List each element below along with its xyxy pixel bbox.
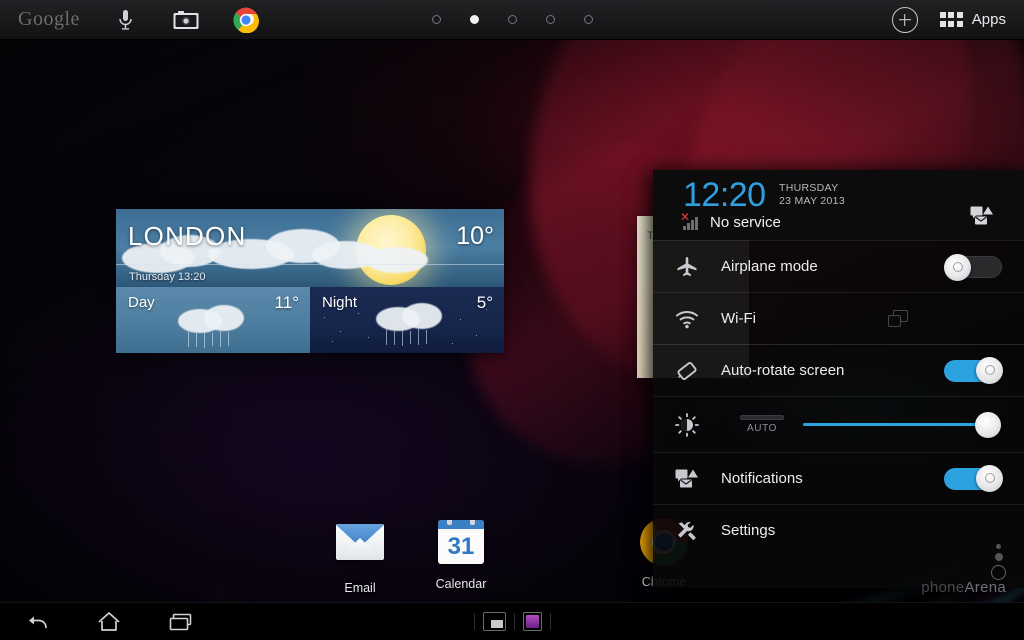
watermark: phoneArena <box>921 579 1006 596</box>
rain-drop <box>204 331 205 348</box>
watermark-prefix: phone <box>921 579 964 596</box>
auto-rotate-toggle[interactable] <box>944 360 1002 382</box>
shortcut-calendar[interactable]: 31 Calendar <box>419 518 503 591</box>
horizon-line <box>116 264 504 265</box>
airplane-icon <box>653 255 721 279</box>
page-dot-1[interactable] <box>432 15 441 24</box>
system-navigation-bar <box>0 602 1024 640</box>
rain-drop <box>426 330 427 344</box>
weather-widget[interactable]: LONDON 10° Thursday 13:20 Day 11° Night … <box>116 209 504 353</box>
brightness-icon <box>653 413 721 437</box>
handle-ring <box>991 565 1006 580</box>
quick-setting-label: Wi-Fi <box>721 310 756 327</box>
watermark-suffix: Arena <box>964 579 1006 596</box>
carrier-status-label: No service <box>710 214 781 231</box>
airplane-mode-toggle[interactable] <box>944 256 1002 278</box>
rain-drop <box>394 331 395 345</box>
handle-dot <box>995 553 1003 561</box>
email-icon <box>336 524 384 572</box>
slider-fill <box>803 423 988 426</box>
notifications-alert-icon[interactable] <box>970 206 994 230</box>
weather-forecast: Day 11° Night 5° <box>116 287 504 353</box>
divider <box>550 613 551 630</box>
panel-date-block: THURSDAY 23 MAY 2013 <box>779 182 845 208</box>
quick-setting-label: Auto-rotate screen <box>721 362 844 379</box>
brightness-auto-bar[interactable] <box>740 415 784 420</box>
page-dot-4[interactable] <box>546 15 555 24</box>
calendar-day-number: 31 <box>438 529 484 564</box>
weather-day-label: Day <box>128 294 155 311</box>
rain-drop <box>410 331 411 344</box>
notifications-toggle-wrap <box>944 468 1002 490</box>
rain-drop <box>418 329 419 345</box>
quick-setting-brightness[interactable]: AUTO <box>653 396 1024 452</box>
quick-setting-wifi[interactable]: Wi-Fi <box>653 292 1024 344</box>
rain-drop <box>402 329 403 346</box>
signal-bars-icon: ✕ <box>683 215 700 230</box>
status-search-bar: Google <box>0 0 1024 40</box>
screen-mirror-icon[interactable] <box>888 310 908 328</box>
rain-drop <box>228 332 229 346</box>
page-indicator <box>0 15 1024 24</box>
notification-icon <box>653 469 721 489</box>
quick-setting-auto-rotate[interactable]: Auto-rotate screen <box>653 344 1024 396</box>
rain-drop <box>212 333 213 346</box>
brightness-slider[interactable] <box>803 412 1000 438</box>
cloud-shape <box>366 247 428 273</box>
rain-cloud-night-icon <box>402 303 442 329</box>
rain-drop <box>196 333 197 347</box>
divider <box>474 613 475 630</box>
weather-subtitle: Thursday 13:20 <box>129 271 205 283</box>
weather-night-panel: Night 5° <box>310 287 504 353</box>
notifications-toggle[interactable] <box>944 468 1002 490</box>
rain-drop <box>188 331 189 347</box>
rain-drop <box>220 331 221 347</box>
weather-day-temp: 11° <box>275 293 299 313</box>
android-tablet-home-screen: Google <box>0 0 1024 640</box>
panel-header: 12:20 THURSDAY 23 MAY 2013 ✕ No service <box>653 170 1024 240</box>
calendar-icon: 31 <box>437 520 485 568</box>
weather-day-panel: Day 11° <box>116 287 310 353</box>
weather-current-temp: 10° <box>456 222 494 251</box>
weather-night-temp: 5° <box>477 293 493 313</box>
shortcut-label: Calendar <box>419 577 503 591</box>
airplane-toggle-wrap <box>944 256 1002 278</box>
page-dot-5[interactable] <box>584 15 593 24</box>
small-app-purple-icon[interactable] <box>523 612 542 631</box>
shortcut-label: Email <box>318 581 402 595</box>
wrench-icon <box>653 519 721 543</box>
nav-mini-apps <box>0 612 1024 631</box>
quick-setting-notifications[interactable]: Notifications <box>653 452 1024 504</box>
rain-cloud-icon <box>204 305 244 331</box>
add-widget-button[interactable] <box>892 7 918 33</box>
weather-night-label: Night <box>322 294 357 311</box>
quick-setting-label: Settings <box>721 522 775 539</box>
quick-setting-label: Airplane mode <box>721 258 818 275</box>
panel-drag-handle[interactable] <box>991 544 1006 580</box>
quick-setting-label: Notifications <box>721 470 803 487</box>
rain-drop <box>386 329 387 345</box>
panel-clock: 12:20 <box>683 176 766 215</box>
quick-setting-airplane-mode[interactable]: Airplane mode <box>653 240 1024 292</box>
notification-panel[interactable]: 12:20 THURSDAY 23 MAY 2013 ✕ No service <box>653 170 1024 588</box>
page-dot-2-active[interactable] <box>470 15 479 24</box>
slider-knob[interactable] <box>975 412 1001 438</box>
weather-city: LONDON <box>128 221 246 252</box>
page-dot-3[interactable] <box>508 15 517 24</box>
weather-current: LONDON 10° Thursday 13:20 <box>116 209 504 287</box>
brightness-auto-control[interactable]: AUTO <box>721 415 803 434</box>
handle-dot <box>996 544 1001 549</box>
quick-setting-settings[interactable]: Settings <box>653 504 1024 556</box>
shortcut-email[interactable]: Email <box>318 518 402 595</box>
wifi-icon <box>653 309 721 329</box>
small-app-window-icon[interactable] <box>483 612 506 631</box>
rotate-icon <box>653 359 721 383</box>
brightness-auto-label: AUTO <box>747 423 777 434</box>
divider <box>514 613 515 630</box>
panel-date: 23 MAY 2013 <box>779 195 845 208</box>
carrier-status: ✕ No service <box>683 214 781 231</box>
auto-rotate-toggle-wrap <box>944 360 1002 382</box>
panel-day: THURSDAY <box>779 182 845 195</box>
